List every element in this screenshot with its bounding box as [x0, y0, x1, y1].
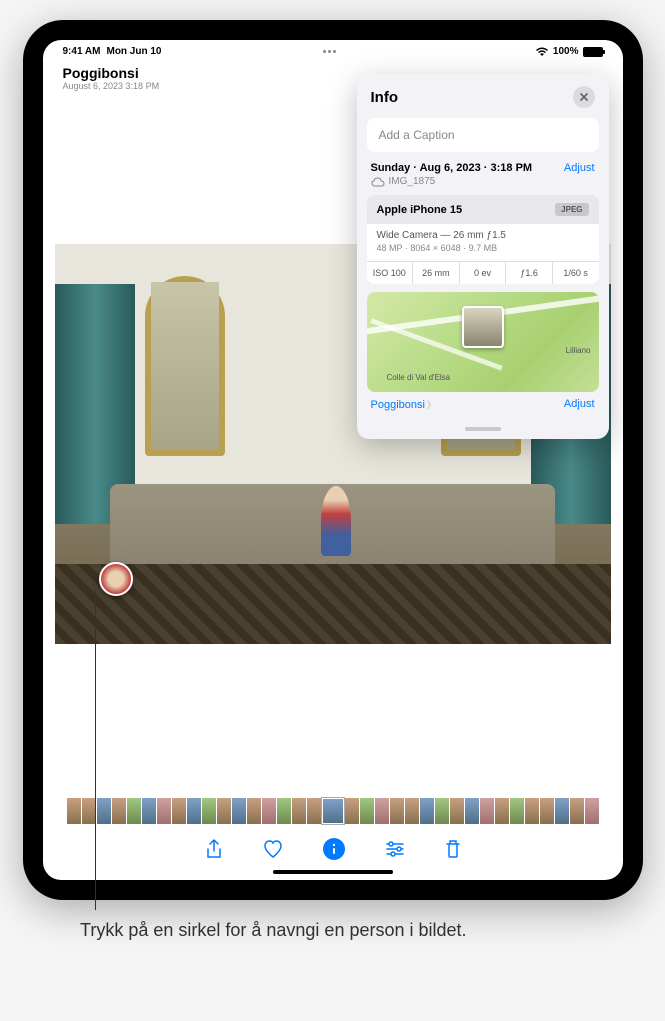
- info-panel-title: Info: [371, 89, 399, 106]
- thumbnail[interactable]: [217, 798, 231, 824]
- thumbnail[interactable]: [232, 798, 246, 824]
- camera-info-card: Apple iPhone 15 JPEG Wide Camera — 26 mm…: [367, 195, 599, 284]
- chevron-right-icon: 〉: [427, 400, 436, 410]
- thumbnail[interactable]: [405, 798, 419, 824]
- ipad-device-frame: 9:41 AM Mon Jun 10 100% Poggibonsi Augus…: [23, 20, 643, 900]
- battery-percent: 100%: [553, 46, 579, 57]
- caption-input[interactable]: Add a Caption: [367, 118, 599, 152]
- thumbnail[interactable]: [292, 798, 306, 824]
- favorite-button[interactable]: [263, 838, 283, 860]
- thumbnail[interactable]: [480, 798, 494, 824]
- edit-button[interactable]: [385, 838, 405, 860]
- thumbnail[interactable]: [465, 798, 479, 824]
- thumbnail[interactable]: [450, 798, 464, 824]
- thumbnail[interactable]: [67, 798, 81, 824]
- status-bar: 9:41 AM Mon Jun 10 100%: [43, 40, 623, 59]
- share-button[interactable]: [205, 838, 223, 860]
- map-photo-pin: [462, 306, 504, 348]
- exif-shutter: 1/60 s: [553, 262, 599, 284]
- thumbnail[interactable]: [97, 798, 111, 824]
- person-tag-circle[interactable]: [99, 562, 133, 596]
- location-map[interactable]: Colle di Val d'Elsa Lilliano: [367, 292, 599, 392]
- thumbnail[interactable]: [585, 798, 599, 824]
- adjust-location-link[interactable]: Adjust: [564, 398, 595, 411]
- location-subtitle: August 6, 2023 3:18 PM: [63, 81, 160, 91]
- thumbnail[interactable]: [390, 798, 404, 824]
- cloud-icon: [371, 177, 385, 187]
- thumbnail[interactable]: [172, 798, 186, 824]
- thumbnail[interactable]: [540, 798, 554, 824]
- close-button[interactable]: [573, 86, 595, 108]
- thumbnail[interactable]: [435, 798, 449, 824]
- more-icon[interactable]: [323, 50, 336, 53]
- delete-button[interactable]: [445, 838, 461, 860]
- thumbnail[interactable]: [157, 798, 171, 824]
- adjust-datetime-link[interactable]: Adjust: [564, 162, 595, 174]
- camera-device: Apple iPhone 15: [377, 204, 463, 216]
- thumbnail[interactable]: [525, 798, 539, 824]
- battery-icon: [583, 47, 603, 57]
- bottom-toolbar: [43, 832, 623, 870]
- thumbnail[interactable]: [360, 798, 374, 824]
- photo-filename: IMG_1875: [389, 176, 436, 187]
- format-badge: JPEG: [555, 203, 588, 216]
- home-indicator[interactable]: [273, 870, 393, 874]
- info-button[interactable]: [323, 838, 345, 860]
- thumbnail[interactable]: [277, 798, 291, 824]
- instruction-caption: Trykk på en sirkel for å navngi en perso…: [80, 918, 467, 943]
- thumbnail[interactable]: [570, 798, 584, 824]
- location-title: Poggibonsi: [63, 65, 160, 81]
- thumbnail[interactable]: [127, 798, 141, 824]
- thumbnail[interactable]: [187, 798, 201, 824]
- map-place-link[interactable]: Poggibonsi〉: [371, 398, 436, 411]
- thumbnail-strip[interactable]: [43, 790, 623, 832]
- photo-datetime: Sunday · Aug 6, 2023 · 3:18 PM: [371, 162, 533, 174]
- thumbnail[interactable]: [262, 798, 276, 824]
- thumbnail[interactable]: [142, 798, 156, 824]
- exif-aperture: ƒ1.6: [506, 262, 553, 284]
- map-label: Lilliano: [566, 346, 591, 355]
- thumbnail[interactable]: [247, 798, 261, 824]
- status-time: 9:41 AM: [63, 46, 101, 57]
- thumbnail[interactable]: [375, 798, 389, 824]
- panel-drag-handle[interactable]: [465, 427, 501, 431]
- exif-row: ISO 100 26 mm 0 ev ƒ1.6 1/60 s: [367, 261, 599, 284]
- map-label: Colle di Val d'Elsa: [387, 373, 451, 382]
- thumbnail[interactable]: [202, 798, 216, 824]
- exif-ev: 0 ev: [460, 262, 507, 284]
- thumbnail[interactable]: [345, 798, 359, 824]
- callout-line: [95, 590, 96, 910]
- camera-lens: Wide Camera — 26 mm ƒ1.5: [377, 230, 589, 241]
- thumbnail[interactable]: [112, 798, 126, 824]
- thumbnail[interactable]: [420, 798, 434, 824]
- screen: 9:41 AM Mon Jun 10 100% Poggibonsi Augus…: [43, 40, 623, 880]
- wifi-icon: [535, 47, 549, 57]
- camera-specs: 48 MP · 8064 × 6048 · 9.7 MB: [377, 243, 589, 253]
- thumbnail[interactable]: [307, 798, 321, 824]
- thumbnail[interactable]: [82, 798, 96, 824]
- info-panel: Info Add a Caption Sunday · Aug 6, 2023 …: [357, 74, 609, 439]
- exif-iso: ISO 100: [367, 262, 414, 284]
- thumbnail[interactable]: [510, 798, 524, 824]
- exif-focal: 26 mm: [413, 262, 460, 284]
- thumbnail[interactable]: [495, 798, 509, 824]
- thumbnail-selected[interactable]: [322, 798, 344, 824]
- thumbnail[interactable]: [555, 798, 569, 824]
- status-date: Mon Jun 10: [106, 46, 161, 57]
